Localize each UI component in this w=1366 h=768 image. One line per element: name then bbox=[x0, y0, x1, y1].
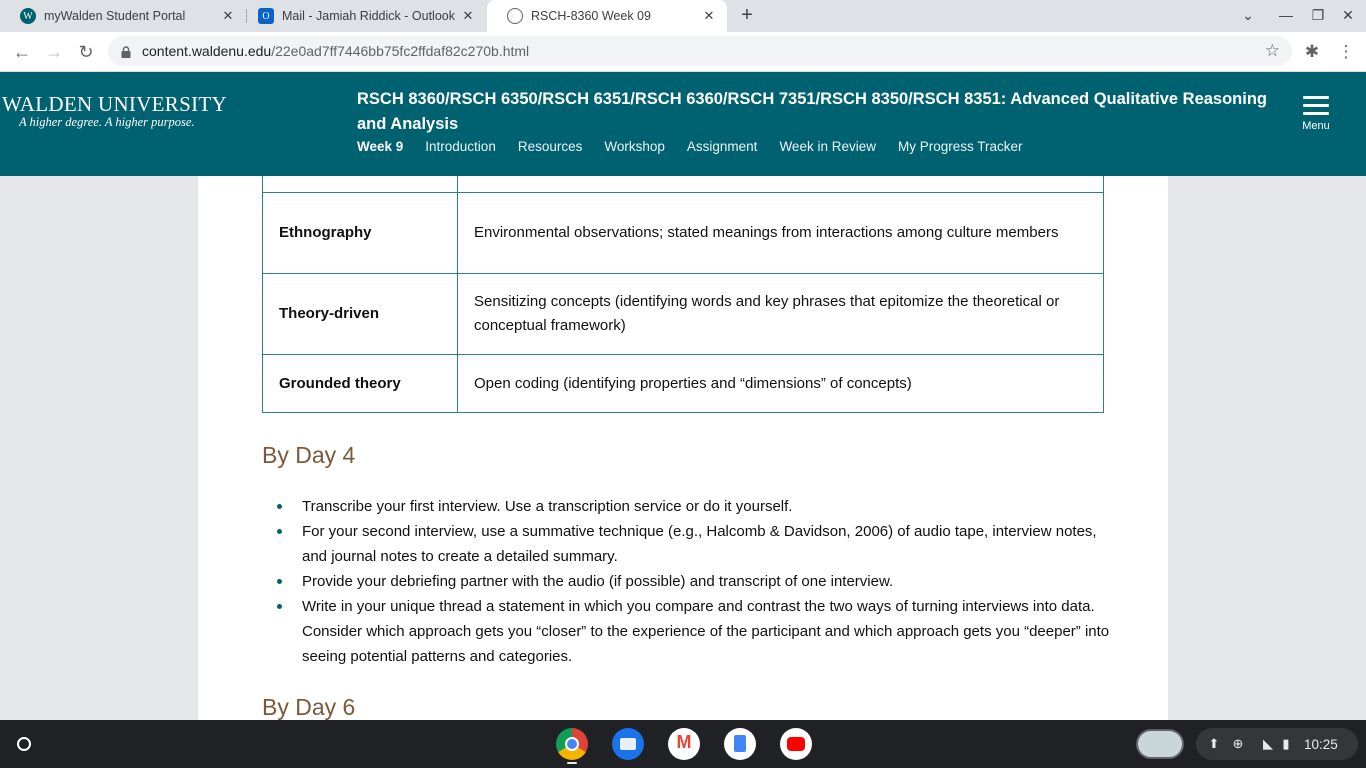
method-cell: Sensitizing concepts (identifying words … bbox=[457, 273, 1104, 355]
nav-introduction[interactable]: Introduction bbox=[425, 139, 496, 154]
files-app-icon[interactable] bbox=[612, 728, 644, 760]
tab-title: RSCH-8360 Week 09 bbox=[531, 9, 651, 23]
lock-icon bbox=[120, 45, 132, 58]
url-text: content.waldenu.edu/22e0ad7ff7446bb75fc2… bbox=[142, 43, 529, 59]
holding-space-thumbnail[interactable] bbox=[1136, 729, 1184, 759]
back-arrow-icon[interactable]: ← bbox=[10, 40, 34, 64]
youtube-app-icon[interactable] bbox=[780, 728, 812, 760]
tab-search-chevron-icon[interactable]: ⌄ bbox=[1238, 7, 1258, 25]
method-cell bbox=[457, 176, 1104, 193]
nav-workshop[interactable]: Workshop bbox=[604, 139, 665, 154]
hamburger-icon bbox=[1296, 96, 1336, 115]
course-title: RSCH 8360/RSCH 6350/RSCH 6351/RSCH 6360/… bbox=[357, 90, 1268, 133]
table-row: Ethnography Environmental observations; … bbox=[262, 192, 1104, 274]
forward-arrow-icon[interactable]: → bbox=[42, 40, 66, 64]
add-icon: ⊕ bbox=[1232, 736, 1244, 751]
close-icon[interactable]: ✕ bbox=[460, 8, 476, 24]
docs-app-icon[interactable] bbox=[724, 728, 756, 760]
tab-title: Mail - Jamiah Riddick - Outlook bbox=[282, 9, 455, 23]
restore-icon[interactable]: ❐ bbox=[1308, 7, 1328, 25]
table-row bbox=[262, 176, 1104, 193]
tab-title: myWalden Student Portal bbox=[44, 9, 186, 23]
close-window-icon[interactable]: ✕ bbox=[1338, 7, 1358, 25]
approach-cell: Grounded theory bbox=[262, 354, 458, 413]
content-panel: Ethnography Environmental observations; … bbox=[198, 176, 1168, 720]
close-icon[interactable]: ✕ bbox=[220, 8, 236, 24]
nav-assignment[interactable]: Assignment bbox=[687, 139, 758, 154]
nav-week-in-review[interactable]: Week in Review bbox=[779, 139, 876, 154]
minimize-icon[interactable]: — bbox=[1276, 7, 1296, 25]
walden-logo[interactable]: WALDEN UNIVERSITY A higher degree. A hig… bbox=[2, 94, 227, 130]
list-item: Write in your unique thread a statement … bbox=[262, 594, 1112, 669]
table-row: Theory-driven Sensitizing concepts (iden… bbox=[262, 273, 1104, 355]
launcher-circle-icon bbox=[17, 737, 31, 751]
approach-cell bbox=[262, 176, 458, 193]
url-path: /22e0ad7ff7446bb75fc2ffdaf82c270b.html bbox=[271, 43, 530, 59]
outlook-icon: O bbox=[258, 8, 274, 24]
battery-icon: ▮ bbox=[1282, 736, 1290, 751]
gmail-app-icon[interactable] bbox=[668, 728, 700, 760]
reload-icon[interactable]: ↻ bbox=[74, 40, 98, 64]
tab-rsch-week09[interactable]: RSCH-8360 Week 09 ✕ bbox=[487, 0, 727, 32]
globe-icon bbox=[507, 8, 523, 24]
browser-toolbar: ← → ↻ content.waldenu.edu/22e0ad7ff7446b… bbox=[0, 32, 1366, 72]
day4-task-list: Transcribe your first interview. Use a t… bbox=[262, 494, 1112, 669]
list-item: For your second interview, use a summati… bbox=[262, 519, 1112, 569]
method-cell: Open coding (identifying properties and … bbox=[457, 354, 1104, 413]
more-menu-icon[interactable]: ⋮ bbox=[1334, 40, 1358, 64]
url-host: content.waldenu.edu bbox=[142, 43, 272, 59]
wifi-icon: ◣ bbox=[1263, 736, 1273, 751]
method-cell: Environmental observations; stated meani… bbox=[457, 192, 1104, 274]
running-indicator bbox=[567, 762, 577, 764]
extensions-puzzle-icon[interactable]: ✱ bbox=[1300, 40, 1324, 64]
os-shelf: ⬆ ⊕ ◣ ▮ 10:25 bbox=[0, 720, 1366, 768]
upload-icon: ⬆ bbox=[1208, 736, 1220, 751]
clock-time: 10:25 bbox=[1304, 736, 1338, 752]
bookmark-star-icon[interactable]: ☆ bbox=[1265, 41, 1280, 61]
menu-label: Menu bbox=[1302, 120, 1330, 132]
menu-button[interactable]: Menu bbox=[1296, 96, 1336, 132]
tab-mywalden[interactable]: W myWalden Student Portal ✕ bbox=[0, 0, 246, 32]
list-item: Transcribe your first interview. Use a t… bbox=[262, 494, 1112, 519]
course-nav: Week 9 Introduction Resources Workshop A… bbox=[357, 139, 1045, 154]
page-background: Ethnography Environmental observations; … bbox=[0, 176, 1366, 720]
by-day-4-heading: By Day 4 bbox=[262, 442, 356, 468]
close-icon[interactable]: ✕ bbox=[701, 8, 717, 24]
logo-name: WALDEN UNIVERSITY bbox=[2, 92, 227, 116]
address-bar[interactable]: content.waldenu.edu/22e0ad7ff7446bb75fc2… bbox=[108, 36, 1292, 66]
new-tab-button[interactable]: + bbox=[737, 5, 757, 26]
table-row: Grounded theory Open coding (identifying… bbox=[262, 354, 1104, 413]
walden-favicon-icon: W bbox=[20, 8, 36, 24]
nav-my-progress-tracker[interactable]: My Progress Tracker bbox=[898, 139, 1023, 154]
nav-resources[interactable]: Resources bbox=[518, 139, 583, 154]
browser-tab-strip: W myWalden Student Portal ✕ O Mail - Jam… bbox=[0, 0, 1366, 32]
approach-cell: Ethnography bbox=[262, 192, 458, 274]
chrome-app-icon[interactable] bbox=[556, 728, 588, 760]
logo-tagline: A higher degree. A higher purpose. bbox=[19, 115, 195, 129]
list-item: Provide your debriefing partner with the… bbox=[262, 569, 1112, 594]
approach-cell: Theory-driven bbox=[262, 273, 458, 355]
launcher-button[interactable] bbox=[10, 730, 38, 758]
status-tray[interactable]: ⬆ ⊕ ◣ ▮ 10:25 bbox=[1196, 728, 1358, 760]
by-day-6-heading: By Day 6 bbox=[262, 694, 356, 720]
coding-approaches-table: Ethnography Environmental observations; … bbox=[262, 176, 1104, 413]
nav-week-9[interactable]: Week 9 bbox=[357, 139, 403, 154]
tab-outlook[interactable]: O Mail - Jamiah Riddick - Outlook ✕ bbox=[238, 0, 486, 32]
course-header: WALDEN UNIVERSITY A higher degree. A hig… bbox=[0, 72, 1366, 176]
